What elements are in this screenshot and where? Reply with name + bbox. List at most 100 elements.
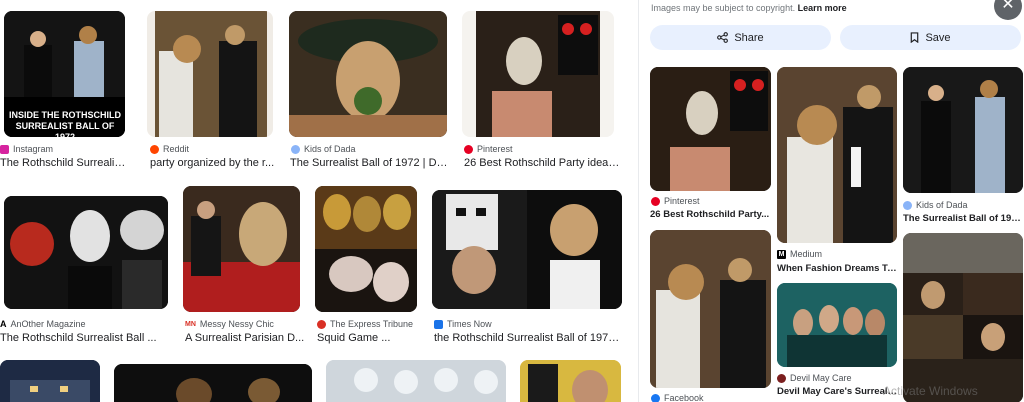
overlay-caption: INSIDE THE ROTHSCHILD SURREALIST BALL OF…: [8, 110, 121, 137]
save-button[interactable]: Save: [840, 25, 1021, 50]
close-button[interactable]: ✕: [994, 0, 1022, 20]
save-label: Save: [925, 31, 951, 44]
copyright-text: Images may be subject to copyright.: [651, 3, 796, 13]
related-source[interactable]: Pinterest: [651, 196, 700, 206]
result-title[interactable]: Squid Game ...: [317, 332, 427, 344]
share-button[interactable]: Share: [650, 25, 831, 50]
photo-image: [155, 11, 267, 137]
another-magazine-icon: A: [0, 319, 7, 329]
source-label: Times Now: [447, 319, 492, 329]
facebook-icon: [651, 393, 660, 402]
result-thumbnail[interactable]: [326, 360, 506, 402]
related-title[interactable]: 26 Best Rothschild Party...: [650, 209, 772, 220]
result-thumbnail[interactable]: [183, 186, 300, 312]
copyright-notice: Images may be subject to copyright. Lear…: [651, 3, 847, 13]
related-source[interactable]: Kids of Dada: [903, 200, 968, 210]
result-source[interactable]: Kids of Dada: [291, 144, 356, 154]
pinterest-icon: [464, 144, 473, 154]
photo-image: [289, 11, 447, 137]
photo-image: [777, 283, 897, 367]
photo-image: [650, 67, 771, 191]
messy-nessy-icon: MN: [185, 320, 196, 328]
medium-icon: M: [777, 249, 786, 259]
globe-icon: [291, 144, 300, 154]
result-thumbnail[interactable]: [520, 360, 621, 402]
related-thumbnail[interactable]: [903, 67, 1023, 193]
source-label: Kids of Dada: [916, 200, 968, 210]
photo-image: [183, 186, 300, 312]
result-source[interactable]: Instagram: [0, 144, 53, 154]
result-thumbnail[interactable]: [147, 11, 273, 137]
result-title[interactable]: party organized by the r...: [150, 157, 278, 169]
source-label: The Express Tribune: [330, 319, 414, 329]
source-label: Pinterest: [664, 196, 700, 206]
related-thumbnail[interactable]: [777, 67, 897, 243]
source-label: Kids of Dada: [304, 144, 356, 154]
times-now-icon: [434, 319, 443, 329]
share-label: Share: [734, 31, 764, 44]
source-label: Medium: [790, 249, 823, 259]
result-thumbnail[interactable]: [289, 11, 447, 137]
related-thumbnail[interactable]: [650, 230, 771, 388]
result-source[interactable]: Reddit: [150, 144, 189, 154]
result-title[interactable]: The Surrealist Ball of 1972 | Da...: [290, 157, 450, 169]
result-thumbnail[interactable]: [4, 196, 168, 309]
photo-image: [432, 190, 622, 309]
related-thumbnail[interactable]: [903, 233, 1023, 402]
bookmark-icon: [911, 32, 919, 43]
photo-image: [0, 360, 100, 402]
result-thumbnail[interactable]: INSIDE THE ROTHSCHILD SURREALIST BALL OF…: [4, 11, 125, 137]
photo-image: [520, 360, 621, 402]
related-title[interactable]: The Surrealist Ball of 1972 |...: [903, 213, 1023, 224]
preview-panel: Images may be subject to copyright. Lear…: [638, 0, 1024, 402]
photo-image: [903, 233, 1023, 402]
source-label: Reddit: [163, 144, 190, 154]
result-thumbnail[interactable]: [462, 11, 614, 137]
result-source[interactable]: MN Messy Nessy Chic: [185, 319, 274, 329]
photo-image: [903, 67, 1023, 193]
source-label: Instagram: [13, 144, 54, 154]
result-thumbnail[interactable]: [114, 364, 312, 402]
source-label: Facebook: [664, 393, 704, 402]
result-source[interactable]: Pinterest: [464, 144, 513, 154]
related-thumbnail[interactable]: [650, 67, 771, 191]
result-source[interactable]: Times Now: [434, 319, 492, 329]
result-thumbnail[interactable]: [315, 186, 417, 312]
result-thumbnail[interactable]: [0, 360, 100, 402]
related-title[interactable]: When Fashion Dreams Turn...: [777, 263, 899, 274]
related-source[interactable]: M Medium: [777, 249, 822, 259]
photo-image: [4, 196, 168, 309]
photo-image: [315, 186, 417, 312]
result-title[interactable]: The Rothschild Surrealist Ball ...: [0, 332, 170, 344]
related-source[interactable]: Facebook: [651, 393, 704, 402]
source-label: AnOther Magazine: [10, 319, 86, 329]
result-source[interactable]: A AnOther Magazine: [0, 319, 86, 329]
learn-more-link[interactable]: Learn more: [798, 3, 847, 13]
photo-image: [777, 67, 897, 243]
result-title[interactable]: A Surrealist Parisian D...: [185, 332, 305, 344]
pinterest-icon: [651, 196, 660, 206]
photo-image: [650, 230, 771, 388]
photo-image: [326, 360, 506, 402]
result-title[interactable]: The Rothschild Surrealist ...: [0, 157, 130, 169]
related-source[interactable]: Devil May Care: [777, 373, 852, 383]
results-grid: INSIDE THE ROTHSCHILD SURREALIST BALL OF…: [0, 0, 636, 402]
image-search-page: INSIDE THE ROTHSCHILD SURREALIST BALL OF…: [0, 0, 1024, 402]
result-thumbnail[interactable]: [432, 190, 622, 309]
express-tribune-icon: [317, 319, 326, 329]
globe-icon: [903, 200, 912, 210]
instagram-icon: [0, 144, 9, 154]
share-icon: [717, 32, 729, 43]
photo-image: [476, 11, 600, 137]
result-title[interactable]: 26 Best Rothschild Party ideas ...: [464, 157, 624, 169]
related-title[interactable]: Devil May Care's Surrealist...: [777, 386, 899, 397]
source-label: Devil May Care: [790, 373, 852, 383]
result-source[interactable]: The Express Tribune: [317, 319, 413, 329]
source-label: Pinterest: [477, 144, 513, 154]
related-thumbnail[interactable]: [777, 283, 897, 367]
windows-activation-watermark: Activate Windows: [883, 384, 978, 398]
photo-image: [114, 364, 312, 402]
source-label: Messy Nessy Chic: [199, 319, 274, 329]
reddit-icon: [150, 144, 159, 154]
result-title[interactable]: the Rothschild Surrealist Ball of 1972 .…: [434, 332, 624, 344]
